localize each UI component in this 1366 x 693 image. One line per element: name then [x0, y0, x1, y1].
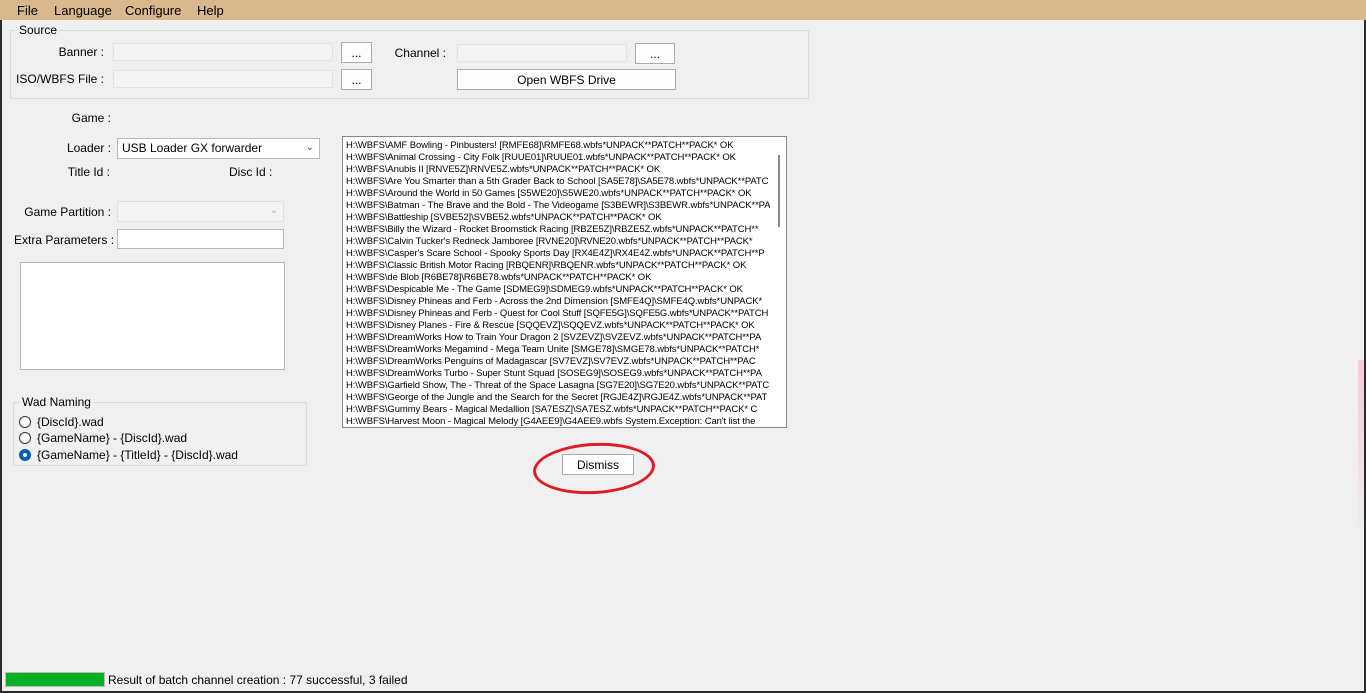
wad-naming-legend: Wad Naming	[22, 395, 91, 409]
log-line: H:\WBFS\Around the World in 50 Games [S5…	[346, 188, 752, 199]
log-scrollbar-thumb[interactable]	[778, 155, 780, 227]
iso-label: ISO/WBFS File :	[15, 72, 104, 86]
wad-naming-option-discid[interactable]: {DiscId}.wad	[19, 414, 104, 430]
chevron-down-icon: ⌄	[305, 142, 314, 153]
wad-naming-option-gamename-discid[interactable]: {GameName} - {DiscId}.wad	[19, 430, 187, 446]
wad-naming-option-gamename-titleid-discid[interactable]: {GameName} - {TitleId} - {DiscId}.wad	[19, 447, 238, 463]
open-wbfs-drive-button[interactable]: Open WBFS Drive	[457, 69, 676, 90]
log-line: H:\WBFS\Disney Planes - Fire & Rescue [S…	[346, 320, 755, 331]
game-label: Game :	[71, 111, 111, 125]
log-line: H:\WBFS\de Blob [R6BE78]\R6BE78.wbfs*UNP…	[346, 272, 652, 283]
menu-configure[interactable]: Configure	[125, 3, 181, 18]
progress-bar	[5, 672, 105, 687]
status-bar: Result of batch channel creation : 77 su…	[2, 670, 1364, 691]
log-line: H:\WBFS\DreamWorks How to Train Your Dra…	[346, 332, 762, 343]
annotation-circle	[531, 439, 657, 498]
log-line: H:\WBFS\Disney Phineas and Ferb - Quest …	[346, 308, 769, 319]
menu-bar: File Language Configure Help	[0, 0, 1366, 20]
channel-label: Channel :	[394, 46, 446, 60]
log-line: H:\WBFS\Calvin Tucker's Redneck Jamboree…	[346, 236, 753, 247]
log-scrollbar[interactable]	[772, 137, 786, 427]
wad-naming-option-label: {GameName} - {TitleId} - {DiscId}.wad	[37, 448, 238, 462]
title-id-label: Title Id :	[67, 165, 110, 179]
banner-browse-button[interactable]: ...	[341, 42, 372, 63]
disc-id-label: Disc Id :	[229, 165, 273, 179]
log-line: H:\WBFS\Anubis II [RNVE5Z]\RNVE5Z.wbfs*U…	[346, 164, 661, 175]
status-text: Result of batch channel creation : 77 su…	[108, 673, 408, 687]
log-line: H:\WBFS\Despicable Me - The Game [SDMEG9…	[346, 284, 743, 295]
iso-field[interactable]	[113, 70, 333, 88]
wad-naming-option-label: {GameName} - {DiscId}.wad	[37, 431, 188, 445]
menu-language[interactable]: Language	[54, 3, 112, 18]
banner-field[interactable]	[113, 43, 333, 61]
log-line: H:\WBFS\Classic British Motor Racing [RB…	[346, 260, 747, 271]
iso-browse-button[interactable]: ...	[341, 69, 372, 90]
channel-browse-button[interactable]: ...	[635, 43, 675, 64]
log-line: H:\WBFS\AMF Bowling - Pinbusters! [RMFE6…	[346, 140, 734, 151]
log-line: H:\WBFS\Are You Smarter than a 5th Grade…	[346, 176, 769, 187]
game-partition-label: Game Partition :	[24, 205, 111, 219]
radio-icon	[19, 416, 31, 428]
menu-file[interactable]: File	[17, 3, 38, 18]
log-lines: H:\WBFS\AMF Bowling - Pinbusters! [RMFE6…	[346, 140, 770, 427]
wad-naming-option-label: {DiscId}.wad	[37, 415, 104, 429]
radio-icon	[19, 432, 31, 444]
extra-parameters-input[interactable]	[117, 229, 284, 249]
banner-label: Banner :	[58, 45, 104, 59]
log-line: H:\WBFS\Battleship [SVBE52]\SVBE52.wbfs*…	[346, 212, 662, 223]
log-line: H:\WBFS\Gummy Bears - Magical Medallion …	[346, 404, 758, 415]
notes-textbox[interactable]	[20, 262, 285, 370]
channel-field[interactable]	[457, 44, 627, 62]
source-legend: Source	[19, 23, 58, 37]
log-line: H:\WBFS\George of the Jungle and the Sea…	[346, 392, 768, 403]
loader-label: Loader :	[66, 141, 111, 155]
log-line: H:\WBFS\Batman - The Brave and the Bold …	[346, 200, 770, 211]
loader-select[interactable]: USB Loader GX forwarder ⌄	[117, 138, 320, 159]
loader-select-value: USB Loader GX forwarder	[122, 141, 263, 155]
log-line: H:\WBFS\DreamWorks Penguins of Madagasca…	[346, 356, 756, 367]
log-line: H:\WBFS\Animal Crossing - City Folk [RUU…	[346, 152, 736, 163]
extra-parameters-label: Extra Parameters :	[14, 233, 115, 247]
progress-bar-fill	[6, 673, 104, 686]
window-frame-left	[0, 20, 2, 693]
log-line: H:\WBFS\DreamWorks Turbo - Super Stunt S…	[346, 368, 762, 379]
log-line: H:\WBFS\Harvest Moon - Magical Melody [G…	[346, 416, 756, 427]
log-line: H:\WBFS\Disney Phineas and Ferb - Across…	[346, 296, 763, 307]
chevron-down-icon: ⌄	[269, 205, 278, 216]
log-line: H:\WBFS\Casper's Scare School - Spooky S…	[346, 248, 765, 259]
batch-log-list[interactable]: H:\WBFS\AMF Bowling - Pinbusters! [RMFE6…	[342, 136, 787, 428]
background-edge	[1358, 360, 1364, 540]
log-line: H:\WBFS\Billy the Wizard - Rocket Brooms…	[346, 224, 759, 235]
game-partition-select[interactable]: ⌄	[117, 201, 284, 222]
radio-checked-icon	[19, 449, 31, 461]
log-line: H:\WBFS\DreamWorks Megamind - Mega Team …	[346, 344, 760, 355]
log-line: H:\WBFS\Garfield Show, The - Threat of t…	[346, 380, 770, 391]
menu-help[interactable]: Help	[197, 3, 224, 18]
